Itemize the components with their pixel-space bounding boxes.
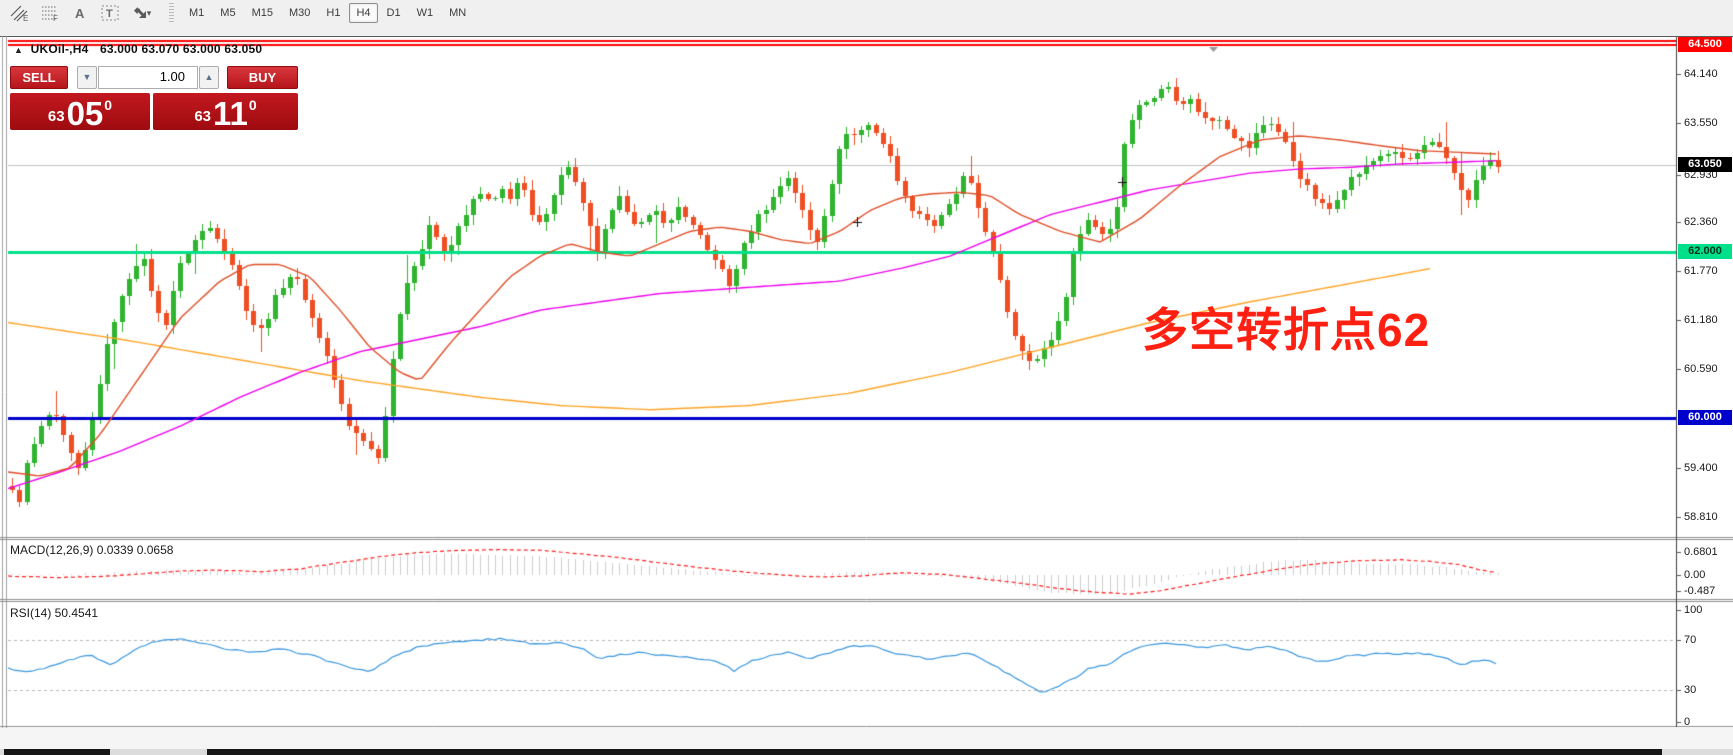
price-tick-label: 60.590 [1684, 363, 1718, 375]
price-tick-label: 59.400 [1684, 462, 1718, 474]
one-click-trading-panel: SELL ▼ 1.00 ▲ BUY 63 05 0 63 11 0 [10, 66, 298, 130]
symbol-period-label: UKOil-,H4 [30, 42, 89, 56]
sell-price-sup: 0 [104, 97, 113, 113]
bottom-bar-segment [207, 749, 1662, 755]
rsi-axis-label: 70 [1684, 634, 1697, 646]
buy-button[interactable]: BUY [227, 66, 298, 89]
volume-increase-button[interactable]: ▲ [199, 66, 219, 89]
rsi-axis-label: 30 [1684, 684, 1697, 696]
buy-price-prefix: 63 [194, 108, 211, 125]
macd-axis-label: -0.487 [1684, 585, 1716, 597]
date-axis[interactable] [0, 728, 1733, 749]
chart-title: ▲ UKOil-,H4 63.000 63.070 63.000 63.050 [14, 42, 262, 56]
price-tick-label: 61.770 [1684, 265, 1718, 277]
macd-axis-label: 0.6801 [1684, 546, 1718, 558]
level-current-price: 63.050 [1678, 157, 1732, 172]
level-resistance-red: 64.500 [1678, 37, 1732, 52]
volume-input[interactable]: 1.00 [98, 66, 198, 89]
ohlc-values: 63.000 63.070 63.000 63.050 [100, 42, 263, 56]
price-tick-label: 61.180 [1684, 314, 1718, 326]
buy-price-sup: 0 [248, 97, 257, 113]
level-support-green: 62.000 [1678, 244, 1732, 259]
buy-price-big: 11 [213, 95, 248, 132]
price-tick-label: 58.810 [1684, 511, 1718, 523]
price-tick-label: 63.550 [1684, 117, 1718, 129]
price-tick-label: 64.140 [1684, 68, 1718, 80]
price-tick-label: 62.360 [1684, 216, 1718, 228]
macd-axis-label: 0.00 [1684, 569, 1706, 581]
sell-price-prefix: 63 [47, 108, 65, 125]
collapse-arrow-icon[interactable]: ▲ [14, 45, 23, 55]
sell-price-button[interactable]: 63 05 0 [10, 93, 150, 130]
rsi-axis-label: 0 [1684, 716, 1691, 728]
sell-button[interactable]: SELL [10, 66, 68, 89]
rsi-axis-label: 100 [1684, 604, 1703, 616]
sell-price-big: 05 [66, 95, 104, 132]
chart-annotation-text: 多空转折点62 [1142, 304, 1431, 356]
macd-indicator-label: MACD(12,26,9) 0.0339 0.0658 [10, 543, 174, 557]
level-support-blue: 60.000 [1678, 410, 1732, 425]
buy-price-button[interactable]: 63 11 0 [153, 93, 298, 130]
rsi-indicator-label: RSI(14) 50.4541 [10, 606, 99, 620]
window-bottom-edge [0, 749, 1733, 755]
volume-decrease-button[interactable]: ▼ [77, 66, 97, 89]
bottom-bar-segment [4, 749, 110, 755]
